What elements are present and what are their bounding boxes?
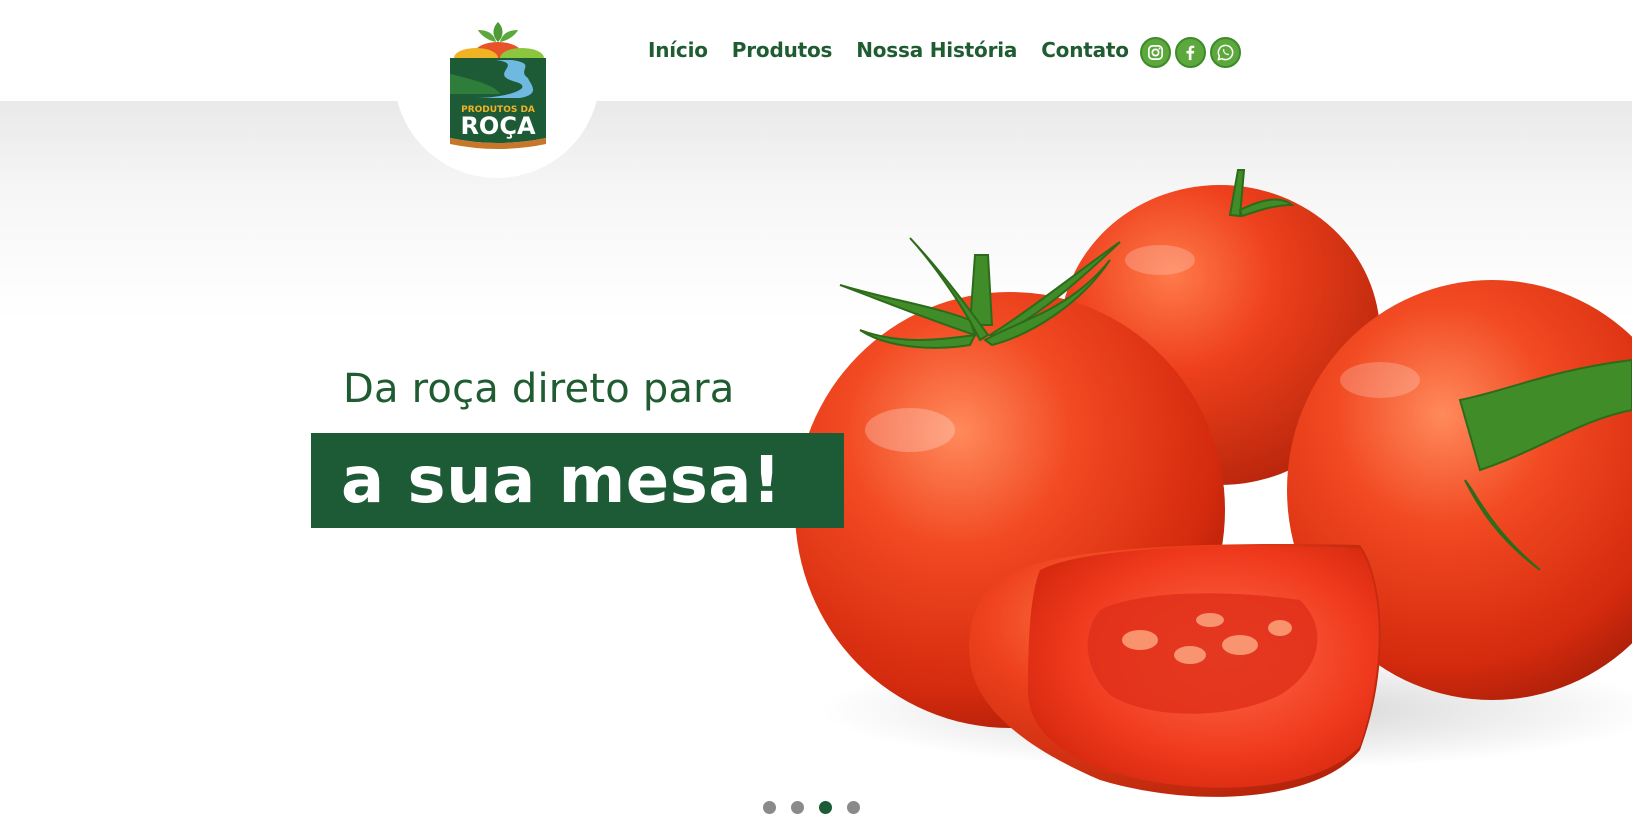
carousel-dots [763,801,860,814]
nav-item-contato[interactable]: Contato [1041,38,1129,62]
whatsapp-icon [1217,44,1234,61]
social-links [1140,37,1241,68]
facebook-button[interactable] [1175,37,1206,68]
instagram-icon [1147,44,1164,61]
whatsapp-button[interactable] [1210,37,1241,68]
hero-tomatoes-image [760,150,1632,838]
carousel-dot-2[interactable] [791,801,804,814]
carousel-dot-4[interactable] [847,801,860,814]
carousel-dot-1[interactable] [763,801,776,814]
carousel-dot-3[interactable] [819,801,832,814]
logo-icon: PRODUTOS DA ROÇA [450,22,546,149]
nav-item-produtos[interactable]: Produtos [732,38,833,62]
facebook-icon [1186,45,1195,61]
hero-headline-line1: Da roça direto para [343,366,735,412]
brand-logo[interactable]: PRODUTOS DA ROÇA [446,14,550,152]
nav-item-nossa-historia[interactable]: Nossa História [856,38,1017,62]
hero-headline-line2: a sua mesa! [341,443,782,518]
instagram-button[interactable] [1140,37,1171,68]
main-nav: Início Produtos Nossa História Contato [648,38,1129,62]
hero-headline-box: a sua mesa! [311,433,844,528]
nav-item-inicio[interactable]: Início [648,38,708,62]
svg-text:ROÇA: ROÇA [460,112,535,140]
